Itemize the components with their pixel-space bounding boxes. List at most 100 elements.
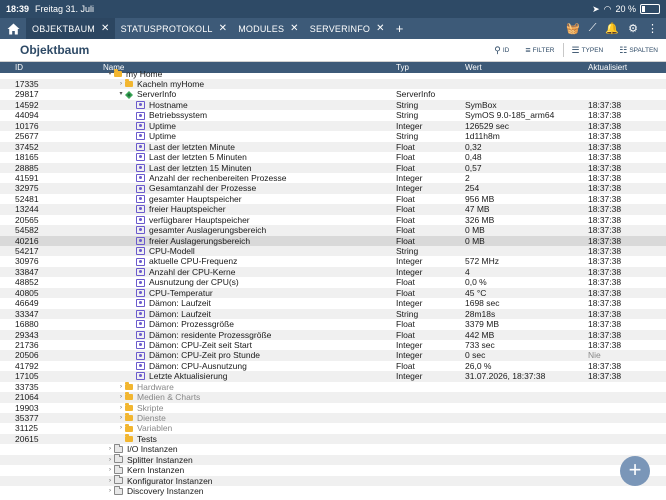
object-id: 54582 bbox=[15, 225, 39, 236]
object-type: Integer bbox=[396, 172, 423, 183]
tree-row[interactable]: 33347 Dämon: Laufzeit String 28m18s 18:37:38 bbox=[0, 308, 666, 320]
tab-serverinfo[interactable]: SERVERINFO ✕ bbox=[304, 18, 390, 39]
object-name-cell: Dämon: CPU-Ausnutzung bbox=[128, 361, 247, 371]
object-name: Dämon: Prozessgröße bbox=[149, 319, 235, 330]
tree-row[interactable]: 17105 Letzte Aktualisierung Integer 31.07.2… bbox=[0, 371, 666, 382]
chevron-down-icon[interactable]: ▾ bbox=[106, 69, 114, 79]
tree-row[interactable]: 13244 freier Hauptspeicher Float 47 MB 18:37… bbox=[0, 204, 666, 215]
tree-row[interactable]: › Kern Instanzen bbox=[0, 464, 666, 475]
filter-icon: ≡ bbox=[525, 45, 531, 55]
tree-row[interactable]: 28885 Last der letzten 15 Minuten Float 0,5… bbox=[0, 162, 666, 173]
types-button[interactable]: ☰ TYPEN bbox=[564, 45, 612, 56]
object-name: Gesamtanzahl der Prozesse bbox=[149, 183, 257, 194]
tree-row[interactable]: 18165 Last der letzten 5 Minuten Float 0,48… bbox=[0, 152, 666, 162]
tree-row[interactable]: 19903 › Skripte bbox=[0, 403, 666, 413]
variable-icon bbox=[136, 184, 145, 193]
tree-row[interactable]: › Splitter Instanzen bbox=[0, 454, 666, 466]
tree-row[interactable]: 54582 gesamter Auslagerungsbereich Float 0 … bbox=[0, 225, 666, 236]
more-vertical-icon[interactable]: ⋮ bbox=[647, 22, 658, 35]
chevron-right-icon[interactable]: › bbox=[106, 476, 114, 486]
close-icon[interactable]: ✕ bbox=[376, 23, 385, 34]
object-id: 16880 bbox=[15, 319, 39, 330]
tree-row[interactable]: 16880 Dämon: Prozessgröße Float 3379 MB 18:3… bbox=[0, 319, 666, 329]
basket-icon[interactable]: 🧺 bbox=[566, 22, 580, 35]
tree-row[interactable]: › Discovery Instanzen bbox=[0, 485, 666, 496]
column-header-updated[interactable]: Aktualisiert bbox=[588, 63, 627, 72]
tree-row[interactable]: 41591 Anzahl der rechenbereiten Prozesse I… bbox=[0, 173, 666, 183]
tab-objektbaum[interactable]: OBJEKTBAUM ✕ bbox=[26, 18, 115, 39]
table-header: ID Name Typ Wert Aktualisiert bbox=[0, 62, 666, 73]
tree-row[interactable]: 30976 aktuelle CPU-Frequenz Integer 572 MHz… bbox=[0, 256, 666, 266]
object-updated: 18:37:38 bbox=[588, 172, 622, 183]
tree-row[interactable]: 40216 freier Auslagerungsbereich Float 0 MB… bbox=[0, 235, 666, 246]
chevron-right-icon[interactable]: › bbox=[106, 444, 114, 454]
chevron-right-icon[interactable]: › bbox=[117, 413, 125, 423]
tree-row[interactable]: 33735 › Hardware bbox=[0, 382, 666, 392]
chevron-down-icon[interactable]: ▾ bbox=[117, 89, 125, 99]
tab-statusprotokoll[interactable]: STATUSPROTOKOLL ✕ bbox=[115, 18, 233, 39]
object-value: 572 MHz bbox=[465, 256, 500, 267]
object-id: 48852 bbox=[15, 277, 39, 288]
tree-row[interactable]: 48852 Ausnutzung der CPU(s) Float 0,0 % 18:3… bbox=[0, 277, 666, 287]
tree-row[interactable]: 31125 › Variablen bbox=[0, 423, 666, 433]
chart-line-icon[interactable]: ⟋ bbox=[589, 22, 597, 35]
column-header-value[interactable]: Wert bbox=[465, 63, 482, 72]
object-id: 18165 bbox=[15, 152, 39, 163]
close-icon[interactable]: ✕ bbox=[219, 23, 228, 34]
tree-row[interactable]: 35377 › Dienste bbox=[0, 413, 666, 424]
tree-row[interactable]: › Konfigurator Instanzen bbox=[0, 475, 666, 487]
tab-modules[interactable]: MODULES ✕ bbox=[232, 18, 304, 39]
tree-row[interactable]: 20565 verfügbarer Hauptspeicher Float 326 M… bbox=[0, 215, 666, 225]
tree-row[interactable]: 10176 Uptime Integer 126529 sec 18:37:38 bbox=[0, 120, 666, 132]
column-header-id[interactable]: ID bbox=[15, 63, 23, 72]
object-name-cell: CPU-Modell bbox=[128, 246, 195, 256]
home-button[interactable] bbox=[0, 18, 26, 39]
variable-icon bbox=[136, 111, 145, 120]
object-name: Uptime bbox=[149, 120, 176, 131]
bell-icon[interactable]: 🔔 bbox=[605, 22, 619, 35]
tree-row[interactable]: 20615 Tests bbox=[0, 433, 666, 445]
object-name-cell: Anzahl der CPU-Kerne bbox=[128, 267, 235, 277]
object-id: 33735 bbox=[15, 381, 39, 392]
object-id: 20565 bbox=[15, 214, 39, 225]
tree-row[interactable]: 37452 Last der letzten Minute Float 0,32 18:… bbox=[0, 141, 666, 153]
chevron-right-icon[interactable]: › bbox=[117, 382, 125, 392]
chevron-right-icon[interactable]: › bbox=[106, 455, 114, 465]
tree-row[interactable]: 21736 Dämon: CPU-Zeit seit Start Integer 73… bbox=[0, 340, 666, 350]
tree-row[interactable]: 14592 Hostname String SymBox 18:37:38 bbox=[0, 99, 666, 111]
id-search-button[interactable]: ⚲ ID bbox=[486, 45, 517, 56]
chevron-right-icon[interactable]: › bbox=[117, 79, 125, 89]
tree-row[interactable]: 40805 CPU-Temperatur Float 45 °C 18:37:38 bbox=[0, 287, 666, 299]
tree-row[interactable]: 21064 › Medien & Charts bbox=[0, 392, 666, 403]
tree-row[interactable]: 32975 Gesamtanzahl der Prozesse Integer 254… bbox=[0, 183, 666, 194]
columns-button[interactable]: ☷ SPALTEN bbox=[611, 45, 666, 56]
tree-row[interactable]: 46649 Dämon: Laufzeit Integer 1698 sec 18:37… bbox=[0, 298, 666, 308]
tree-row[interactable]: 41792 Dämon: CPU-Ausnutzung Float 26,0 % 18:… bbox=[0, 361, 666, 371]
column-header-type[interactable]: Typ bbox=[396, 63, 409, 72]
chevron-right-icon[interactable]: › bbox=[117, 423, 125, 433]
chevron-right-icon[interactable]: › bbox=[106, 486, 114, 496]
types-label: TYPEN bbox=[581, 46, 604, 54]
tree-row[interactable]: 20506 Dämon: CPU-Zeit pro Stunde Integer 0 … bbox=[0, 350, 666, 361]
tree-row[interactable]: 52481 gesamter Hauptspeicher Float 956 MB 18… bbox=[0, 194, 666, 204]
tree-row[interactable]: 25677 Uptime String 1d11h8m 18:37:38 bbox=[0, 131, 666, 141]
tree-row[interactable]: 17335 › Kacheln myHome bbox=[0, 79, 666, 90]
tree-row[interactable]: 29343 Dämon: residente Prozessgröße Float 4… bbox=[0, 329, 666, 340]
tree-row[interactable]: 44094 Betriebssystem String SymOS 9.0-185_a… bbox=[0, 110, 666, 120]
close-icon[interactable]: ✕ bbox=[290, 23, 299, 34]
battery-fill bbox=[642, 6, 646, 12]
chevron-right-icon[interactable]: › bbox=[117, 392, 125, 402]
object-name-cell: freier Hauptspeicher bbox=[128, 204, 226, 214]
gear-icon[interactable]: ⚙ bbox=[628, 22, 638, 35]
tree-row[interactable]: 33847 Anzahl der CPU-Kerne Integer 4 18:37:3… bbox=[0, 266, 666, 278]
filter-button[interactable]: ≡ FILTER bbox=[517, 45, 562, 55]
chevron-right-icon[interactable]: › bbox=[117, 403, 125, 413]
chevron-right-icon[interactable]: › bbox=[106, 465, 114, 475]
close-icon[interactable]: ✕ bbox=[101, 23, 110, 34]
tree-row[interactable]: › I/O Instanzen bbox=[0, 444, 666, 454]
add-object-button[interactable]: + bbox=[620, 456, 650, 486]
tree-row[interactable]: 29817 ▾ ServerInfo ServerInfo bbox=[0, 89, 666, 99]
object-id: 20506 bbox=[15, 350, 39, 361]
add-tab-button[interactable]: + bbox=[390, 18, 410, 39]
tree-row[interactable]: 54217 CPU-Modell String 18:37:38 bbox=[0, 246, 666, 257]
